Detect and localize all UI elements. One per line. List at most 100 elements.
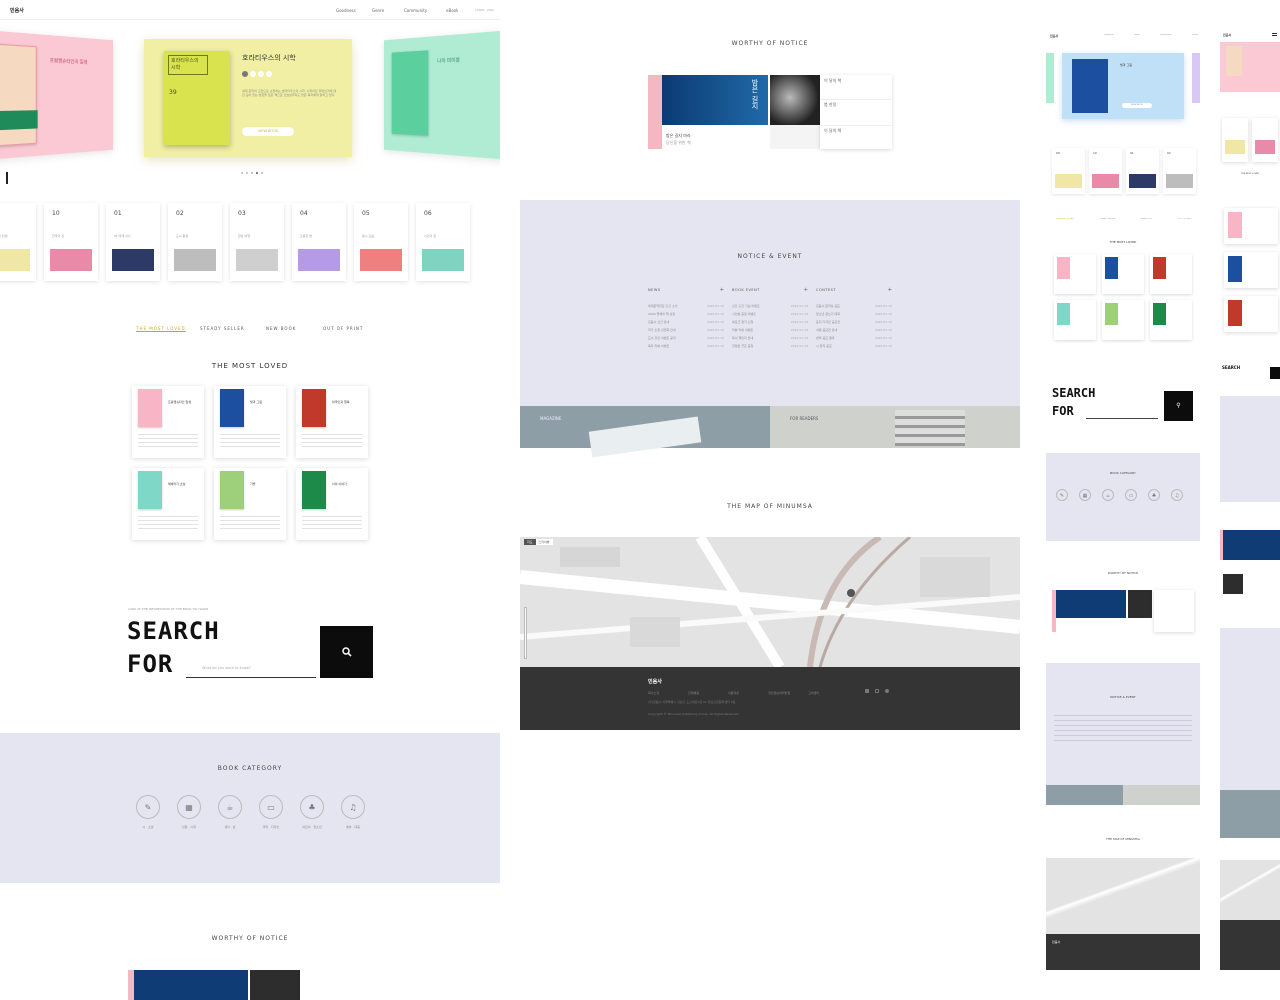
tablet-category-icon[interactable]: ✎ [1056, 489, 1068, 501]
footer-link[interactable]: 고객센터 [808, 691, 819, 695]
tablet-book-card[interactable]: 10 [1089, 148, 1122, 194]
readers-banner[interactable]: FOR READERS [770, 406, 1020, 448]
notice-row[interactable]: 청소년 글쓰기 대회 [816, 312, 840, 316]
plus-icon[interactable]: + [804, 287, 808, 293]
tablet-tab-1[interactable]: THE MOST LOVED [1056, 218, 1074, 224]
tablet-logo[interactable]: 민음사 [1050, 34, 1058, 38]
tablet-view-button[interactable]: VIEW BOOK [1122, 103, 1152, 108]
notice-row[interactable]: 세계문학전집 출간 소식 [648, 304, 678, 308]
instagram-icon[interactable] [875, 689, 879, 693]
tablet-hero-center[interactable]: 빛과 그림 VIEW BOOK [1062, 53, 1184, 119]
book-card[interactable]: 05 동시 모음 [354, 203, 408, 281]
tablet-book-card[interactable]: 09 [1052, 148, 1085, 194]
tablet-category-icon[interactable]: ☕ [1102, 489, 1114, 501]
tablet-most-loved-card[interactable] [1102, 254, 1144, 294]
worthy-photo[interactable] [770, 75, 820, 125]
scroll-indicator[interactable] [6, 172, 8, 184]
tablet-most-loved-card[interactable] [1054, 300, 1096, 340]
tablet-book-card[interactable]: 01 [1126, 148, 1159, 194]
map-zoom-control[interactable] [524, 607, 527, 659]
notice-row[interactable]: 한정판 굿즈 증정 [732, 344, 753, 348]
tablet-most-loved-card[interactable] [1150, 300, 1192, 340]
footer-link[interactable]: 개인정보처리방침 [768, 691, 790, 695]
notice-row[interactable]: 신간 출간 기념 이벤트 [732, 304, 760, 308]
map-button-skyview[interactable]: 스카이뷰 [535, 539, 553, 545]
category-item[interactable]: ✎ 시 · 소설 [136, 795, 160, 835]
map-button-map[interactable]: 지도 [524, 539, 536, 545]
worthy-item-3[interactable]: 이 달의 책 [824, 128, 841, 134]
view-book-button[interactable]: VIEW BOOK [242, 127, 294, 136]
mobile-map[interactable] [1220, 860, 1280, 920]
category-item[interactable]: ▭ 과학 · 디자인 [259, 795, 283, 835]
tablet-search-input[interactable] [1086, 411, 1158, 419]
category-item[interactable]: ▦ 인문 · 사회 [177, 795, 201, 835]
book-card[interactable]: 10 한국의 집 [44, 203, 98, 281]
notice-row[interactable]: 서평 공모전 안내 [816, 328, 837, 332]
notice-column-head[interactable]: CONTEST [816, 288, 836, 292]
most-loved-card[interactable]: 외국인과 행복 [296, 386, 368, 458]
notice-row[interactable]: 번역 공모 결과 [816, 336, 834, 340]
tablet-nav-2[interactable]: Genre [1134, 34, 1140, 38]
tablet-tab-3[interactable]: NEW BOOK [1141, 218, 1152, 224]
nav-item-genre[interactable]: Genre [372, 8, 384, 13]
magazine-banner[interactable]: MAGAZINE [520, 406, 770, 458]
worthy-item-2[interactable]: 봄 한정 [824, 102, 836, 108]
footer-link[interactable]: 인재채용 [688, 691, 699, 695]
nav-item-ebook[interactable]: eBook [446, 8, 458, 13]
book-card[interactable]: 02 도시 풍경 [168, 203, 222, 281]
mobile-hero[interactable] [1220, 42, 1280, 92]
tablet-footer-logo[interactable]: 민음사 [1052, 940, 1060, 944]
tab-out-of-print[interactable]: OUT OF PRINT [323, 326, 363, 331]
tablet-tab-4[interactable]: OUT OF PRINT [1178, 218, 1192, 224]
most-loved-card[interactable]: 너의 이야기 [296, 468, 368, 540]
hero-slide-right[interactable]: 나의 미미를 [383, 28, 500, 162]
most-loved-card[interactable]: 빛과 그림 [214, 386, 286, 458]
tablet-nav-3[interactable]: Community [1160, 34, 1172, 38]
notice-row[interactable]: 2024 올해의 책 선정 [648, 312, 675, 316]
tab-most-loved[interactable]: THE MOST LOVED [136, 326, 186, 332]
notice-row[interactable]: 작가 초청 강연회 안내 [648, 328, 676, 332]
tablet-category-icon[interactable]: ♣ [1148, 489, 1160, 501]
twitter-icon[interactable] [885, 689, 889, 693]
tablet-tab-2[interactable]: STEADY SELLER [1099, 218, 1115, 224]
tablet-hero-right[interactable] [1192, 53, 1200, 103]
tablet-nav-1[interactable]: Goodness [1104, 34, 1114, 38]
nav-item-community[interactable]: Community [404, 8, 427, 13]
footer-link[interactable]: 회사소개 [648, 691, 659, 695]
tablet-magazine[interactable] [1046, 785, 1123, 805]
most-loved-card[interactable]: 해바라기 초상 [132, 468, 204, 540]
hero-slide-center[interactable]: 호라티우스의 시학 39 호라티우스의 시학 세계 문학의 고전으로 손꼽히는 … [144, 39, 352, 157]
notice-row[interactable]: 도서 할인 이벤트 공지 [648, 336, 676, 340]
tablet-search-button[interactable]: ⚲ [1164, 391, 1193, 421]
book-card[interactable]: 03 환상 여행 [230, 203, 284, 281]
notice-row[interactable]: 민음사 문학상 공모 [816, 304, 840, 308]
notice-column-head[interactable]: NEWS [648, 288, 661, 292]
notice-row[interactable]: 시 창작 공모 [816, 344, 832, 348]
worthy-item-1[interactable]: 이 달의 책 [824, 78, 841, 84]
notice-row[interactable]: 독자 리뷰 이벤트 [648, 344, 669, 348]
plus-icon[interactable]: + [888, 287, 892, 293]
mobile-search-button[interactable] [1270, 367, 1280, 379]
book-card[interactable]: 09그림자의 탄생 [0, 203, 36, 281]
nav-item-goodness[interactable]: Goodness [336, 8, 356, 13]
book-card[interactable]: 06 시인의 집 [416, 203, 470, 281]
search-input[interactable]: What do you want to know? [186, 662, 316, 678]
login-join-link[interactable]: LOGIN · JOIN [475, 8, 494, 12]
tablet-book-card[interactable]: 02 [1163, 148, 1196, 194]
category-item[interactable]: ♣ 어린이 · 청소년 [300, 795, 324, 835]
tablet-hero-left[interactable] [1046, 53, 1054, 103]
notice-row[interactable]: 리뷰 작성 이벤트 [732, 328, 753, 332]
mobile-menu-icon[interactable] [1272, 33, 1277, 36]
most-loved-card[interactable]: 가을 [214, 468, 286, 540]
tablet-category-icon[interactable]: ▦ [1079, 489, 1091, 501]
tablet-readers[interactable] [1123, 785, 1200, 805]
tablet-most-loved-card[interactable] [1150, 254, 1192, 294]
tablet-map[interactable] [1046, 858, 1200, 934]
tablet-nav-4[interactable]: eBook [1192, 34, 1198, 38]
most-loved-card[interactable]: 프랑켄슈타인 일생 [132, 386, 204, 458]
plus-icon[interactable]: + [720, 287, 724, 293]
footer-logo[interactable]: 민음사 [648, 678, 662, 685]
mobile-logo[interactable]: 민음사 [1223, 33, 1231, 37]
tablet-most-loved-card[interactable] [1054, 254, 1096, 294]
notice-row[interactable]: 북토크 참가 신청 [732, 320, 753, 324]
